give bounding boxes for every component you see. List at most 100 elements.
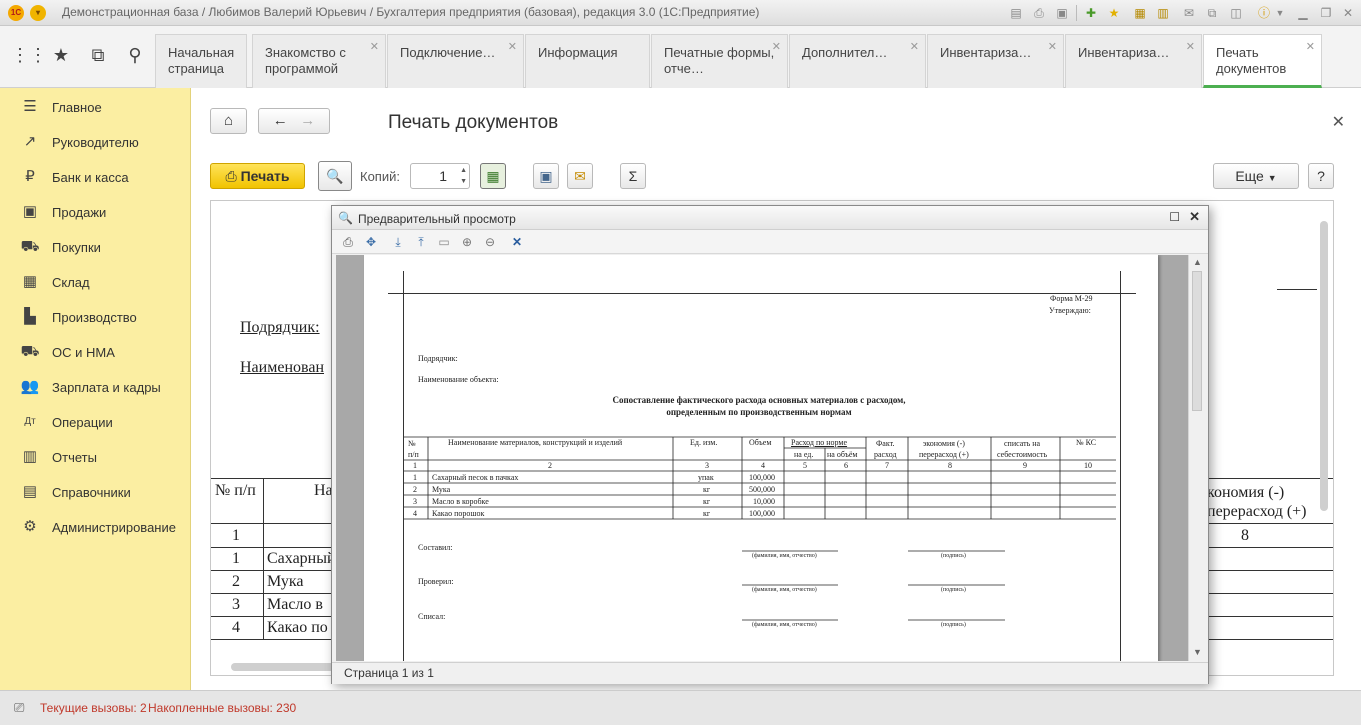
tab-inventory-2[interactable]: Инвентариза… ✕ — [1065, 34, 1202, 88]
sections-panel: ☰ Главное ↗ Руководителю ₽ Банк и касса ▣ Пр… — [0, 88, 191, 690]
save-button[interactable]: ▣ — [533, 163, 559, 189]
sidebar-item-purchases[interactable]: ⛟ Покупки — [0, 230, 191, 265]
close-tab-icon[interactable]: ✕ — [508, 39, 517, 55]
back-arrow-icon[interactable]: ← — [273, 112, 288, 129]
header-volume: Объем — [749, 438, 772, 447]
tab-home[interactable]: Начальная страница — [155, 34, 247, 88]
people-icon: 👥 — [20, 378, 40, 395]
move-icon[interactable]: ✥ — [363, 234, 379, 250]
tab-print-documents[interactable]: Печать документов ✕ — [1203, 34, 1322, 88]
close-tab-icon[interactable]: ✕ — [1186, 39, 1195, 55]
close-tab-icon[interactable]: ✕ — [1306, 39, 1315, 55]
current-calls[interactable]: Текущие вызовы: 2 — [40, 701, 147, 715]
search-icon[interactable]: ⚲ — [122, 42, 148, 68]
add-favorite-icon[interactable]: ✚ — [1083, 5, 1099, 21]
preview-button[interactable]: 🔍 — [318, 161, 352, 191]
all-sections-icon[interactable]: ⋮⋮ — [11, 42, 47, 68]
close-window-icon[interactable]: ✕ — [1340, 5, 1356, 21]
calendar-icon[interactable]: ▥ — [1155, 5, 1171, 21]
minimize-icon[interactable]: ▁ — [1295, 5, 1311, 21]
server-calls-icon[interactable]: ⎚ — [14, 700, 24, 716]
mail-icon[interactable]: ✉ — [1181, 5, 1197, 21]
print-icon[interactable]: ⎙ — [340, 234, 356, 250]
tab-print-forms[interactable]: Печатные формы, отче… ✕ — [651, 34, 788, 88]
home-button[interactable]: ⌂ — [210, 108, 247, 134]
vertical-scrollbar[interactable] — [1320, 221, 1328, 511]
row-name: Мука — [432, 485, 451, 494]
fit-page-icon[interactable]: ▭ — [436, 234, 452, 250]
info-dropdown-icon[interactable]: ▼ — [1272, 5, 1288, 21]
copies-stepper-icon[interactable]: ▲ ▼ — [460, 165, 467, 187]
preview-page-area[interactable]: Форма М-29 Утверждаю: Подрядчик: Наимено… — [336, 255, 1188, 661]
close-tab-icon[interactable]: ✕ — [910, 39, 919, 55]
help-label: ? — [1317, 168, 1325, 184]
close-tab-icon[interactable]: ✕ — [370, 39, 379, 55]
sidebar-item-sales[interactable]: ▣ Продажи — [0, 195, 191, 230]
close-preview-icon[interactable]: ✕ — [1189, 209, 1200, 225]
edit-mode-button[interactable]: ▦ — [480, 163, 506, 189]
more-button[interactable]: Еще ▼ — [1213, 163, 1299, 189]
col-number: 5 — [803, 461, 807, 470]
sidebar-item-bank[interactable]: ₽ Банк и касса — [0, 160, 191, 195]
scroll-thumb[interactable] — [1192, 271, 1202, 411]
row-num: 2 — [232, 573, 240, 590]
page-counter: Страница 1 из 1 — [344, 666, 434, 680]
debit-credit-icon: Дт — [24, 416, 36, 427]
row-num: 1 — [413, 473, 417, 482]
sidebar-item-administration[interactable]: ⚙ Администрирование — [0, 510, 191, 545]
print-button[interactable]: ⎙ Печать — [210, 163, 305, 189]
favorites-icon[interactable]: ★ — [1106, 5, 1122, 21]
favorites-star-icon[interactable]: ★ — [48, 42, 74, 68]
back-forward-buttons[interactable]: ← → — [258, 108, 330, 134]
sidebar-item-catalogs[interactable]: ▤ Справочники — [0, 475, 191, 510]
history-icon[interactable]: ⧉ — [85, 42, 111, 68]
maximize-icon[interactable]: ☐ — [1169, 210, 1180, 224]
page-up-icon[interactable]: ⤒ — [413, 234, 429, 250]
sidebar-item-fixed-assets[interactable]: ⛟ ОС и НМА — [0, 335, 191, 370]
preview-vertical-scrollbar[interactable]: ▲ ▼ — [1188, 255, 1205, 661]
preview-icon[interactable]: ▣ — [1054, 5, 1070, 21]
scroll-down-icon[interactable]: ▼ — [1193, 647, 1202, 657]
close-tab-icon[interactable]: ✕ — [1048, 39, 1057, 55]
calculator-icon[interactable]: ▦ — [1132, 5, 1148, 21]
tab-inventory-1[interactable]: Инвентариза… ✕ — [927, 34, 1064, 88]
tab-label: Информация — [538, 45, 618, 60]
sidebar-item-main[interactable]: ☰ Главное — [0, 90, 191, 125]
send-email-button[interactable]: ✉ — [567, 163, 593, 189]
close-preview-tool-icon[interactable]: ✕ — [509, 234, 525, 250]
close-tab-icon[interactable]: ✕ — [772, 39, 781, 55]
sidebar-item-warehouse[interactable]: ▦ Склад — [0, 265, 191, 300]
forward-arrow-icon[interactable]: → — [300, 112, 315, 129]
tab-additional[interactable]: Дополнител… ✕ — [789, 34, 926, 88]
copies-field[interactable]: 1 ▲ ▼ — [410, 163, 470, 189]
copies-value[interactable]: 1 — [439, 168, 447, 184]
sidebar-item-production[interactable]: ▙ Производство — [0, 300, 191, 335]
sidebar-item-salary[interactable]: 👥 Зарплата и кадры — [0, 370, 191, 405]
info-icon[interactable]: ⓘ — [1256, 5, 1272, 21]
tab-connection[interactable]: Подключение… ✕ — [387, 34, 524, 88]
history-icon[interactable]: ◫ — [1228, 5, 1244, 21]
accumulated-calls[interactable]: Накопленные вызовы: 230 — [148, 701, 296, 715]
sum-button[interactable]: Σ — [620, 163, 646, 189]
tab-information[interactable]: Информация — [525, 34, 650, 88]
link-icon[interactable]: ⧉ — [1204, 5, 1220, 21]
app-logo[interactable]: 1С — [8, 5, 24, 21]
tab-intro[interactable]: Знакомство с программой ✕ — [252, 34, 386, 88]
main-menu-icon[interactable]: ▾ — [30, 5, 46, 21]
zoom-out-icon[interactable]: ⊖ — [482, 234, 498, 250]
sidebar-item-reports[interactable]: ▥ Отчеты — [0, 440, 191, 475]
restore-icon[interactable]: ❐ — [1318, 5, 1334, 21]
page-down-icon[interactable]: ⤓ — [390, 234, 406, 250]
close-form-icon[interactable]: ✕ — [1332, 112, 1345, 132]
sidebar-item-label: Главное — [52, 100, 102, 115]
sidebar-item-operations[interactable]: Дт Операции — [0, 405, 191, 440]
home-icon: ⌂ — [223, 112, 234, 129]
zoom-in-icon[interactable]: ⊕ — [459, 234, 475, 250]
scroll-up-icon[interactable]: ▲ — [1193, 257, 1202, 267]
print-icon[interactable]: ⎙ — [1031, 5, 1047, 21]
page-title: Печать документов — [388, 112, 559, 133]
save-icon[interactable]: ▤ — [1008, 5, 1024, 21]
sidebar-item-manager[interactable]: ↗ Руководителю — [0, 125, 191, 160]
help-button[interactable]: ? — [1308, 163, 1334, 189]
truck-icon: ⛟ — [20, 343, 40, 360]
